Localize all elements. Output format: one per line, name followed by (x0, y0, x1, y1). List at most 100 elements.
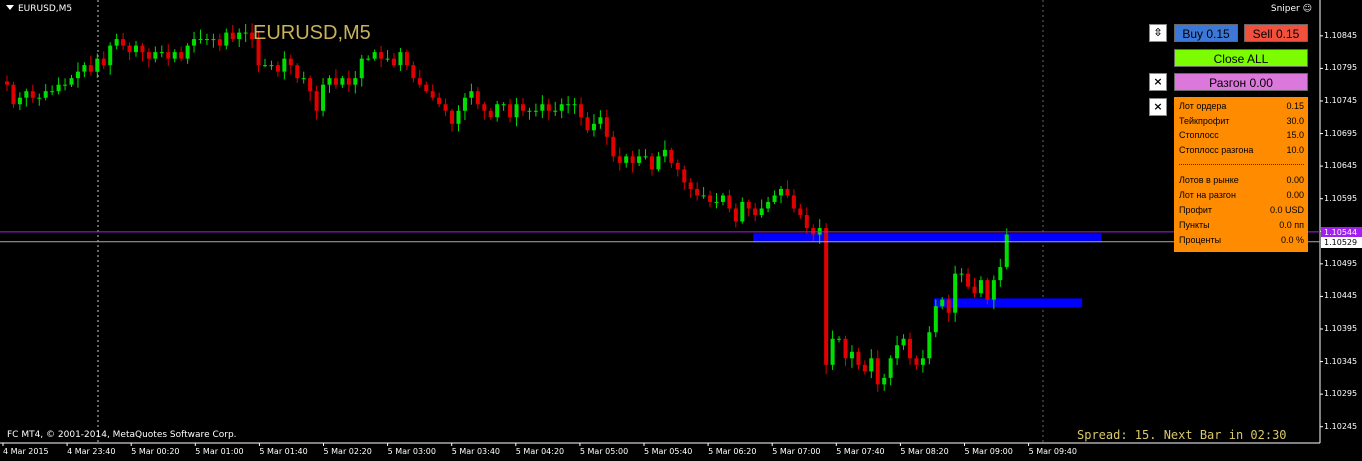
zone-rect (753, 233, 1102, 243)
candle-body (746, 201, 751, 209)
candle-body (243, 32, 248, 34)
candle-body (475, 91, 480, 105)
candle-body (927, 332, 932, 359)
x-tick-label: 5 Mar 02:20 (323, 447, 372, 456)
y-tick-label: 1.10795 (1324, 63, 1358, 73)
candle-body (540, 104, 545, 111)
candle-body (972, 286, 977, 294)
panel-row: Тейкпрофит 30.0 (1179, 116, 1304, 130)
candle-body (701, 195, 706, 197)
candle-body (521, 104, 525, 111)
sell-button[interactable]: Sell 0.15 (1244, 24, 1308, 42)
close-icon[interactable]: × (1149, 98, 1167, 116)
copyright-text: FC MT4, © 2001-2014, MetaQuotes Software… (7, 430, 237, 440)
candle-body (624, 156, 629, 163)
candle-body (798, 208, 803, 215)
x-tick-label: 5 Mar 08:20 (900, 447, 949, 456)
candle-body (237, 32, 242, 40)
candle-body (37, 97, 42, 99)
candle-body (185, 45, 190, 59)
candle-body (869, 358, 874, 372)
candle-body (862, 364, 867, 372)
close-icon[interactable]: × (1149, 73, 1167, 91)
candle-body (959, 273, 964, 275)
candle-body (217, 39, 222, 46)
x-tick-label: 5 Mar 07:00 (772, 447, 821, 456)
candle-body (379, 52, 384, 59)
y-tick-label: 1.10395 (1324, 323, 1358, 333)
chart-header: EURUSD,M5 (6, 4, 72, 14)
candle-body (211, 39, 216, 41)
x-tick-label: 5 Mar 01:00 (195, 447, 244, 456)
y-tick-label: 1.10695 (1324, 128, 1358, 138)
candle-body (101, 58, 106, 66)
candle-body (759, 208, 764, 215)
candle-body (43, 91, 48, 98)
candle-body (263, 65, 267, 67)
candle-body (650, 156, 654, 170)
candle-body (411, 65, 416, 79)
candle-body (321, 84, 326, 111)
candle-body (688, 182, 693, 189)
candle-body (95, 58, 100, 72)
candle-body (882, 377, 887, 385)
candle-body (559, 104, 564, 111)
candle-body (733, 208, 738, 222)
candle-body (204, 39, 209, 41)
updown-icon[interactable]: ⇳ (1149, 24, 1167, 42)
candle-body (295, 65, 300, 79)
candle-body (75, 71, 80, 79)
y-tick-label: 1.10645 (1324, 161, 1358, 171)
close-all-button[interactable]: Close ALL (1174, 49, 1308, 67)
candle-body (469, 91, 474, 98)
candle-body (82, 65, 87, 72)
panel-row-value: 0.0 % (1280, 235, 1304, 245)
candle-body (108, 45, 113, 66)
candle-body (88, 65, 93, 72)
y-tick-label: 1.10295 (1324, 389, 1358, 399)
panel-row-value: 0.00 (1286, 175, 1304, 185)
candle-body (301, 78, 306, 80)
candle-body (353, 78, 358, 85)
panel-row-label: Тейкпрофит (1179, 116, 1230, 126)
panel-row-value: 15.0 (1286, 130, 1304, 140)
candle-body (121, 39, 126, 46)
candle-body (720, 195, 725, 202)
candle-body (779, 188, 783, 196)
candle-body (553, 110, 558, 112)
candle-body (392, 58, 396, 66)
candle-body (791, 195, 796, 209)
candle-body (179, 52, 184, 59)
dropdown-triangle-icon[interactable] (6, 5, 14, 10)
candle-body (830, 338, 835, 365)
candle-body (192, 39, 197, 46)
candle-body (269, 65, 274, 67)
candle-body (404, 52, 409, 66)
x-tick-label: 5 Mar 05:40 (644, 447, 693, 456)
panel-row-label: Пункты (1179, 220, 1210, 230)
candle-body (901, 338, 906, 346)
panel-row-label: Лот на разгон (1179, 190, 1236, 200)
buy-button[interactable]: Buy 0.15 (1174, 24, 1238, 42)
x-tick-label: 5 Mar 04:20 (515, 447, 565, 456)
candle-body (346, 78, 351, 85)
indicator-label: Sniper ☺ (1271, 4, 1312, 14)
razgon-button[interactable]: Разгон 0.00 (1174, 73, 1308, 91)
price-chart[interactable] (0, 0, 1362, 461)
candle-body (153, 52, 158, 59)
candle-body (675, 162, 680, 170)
candle-body (159, 52, 164, 54)
candle-body (450, 110, 455, 124)
x-tick-label: 4 Mar 2015 (3, 447, 49, 456)
candle-body (843, 338, 848, 359)
panel-row: Стоплосс 15.0 (1179, 130, 1304, 144)
panel-row-value: 10.0 (1286, 145, 1304, 155)
candle-body (714, 201, 719, 203)
candle-body (895, 345, 900, 359)
candle-body (656, 156, 661, 170)
candle-body (146, 52, 151, 59)
candle-body (114, 39, 119, 46)
candle-body (127, 45, 132, 53)
bid-price-tag: 1.10529 (1321, 236, 1362, 248)
candle-body (443, 104, 448, 111)
